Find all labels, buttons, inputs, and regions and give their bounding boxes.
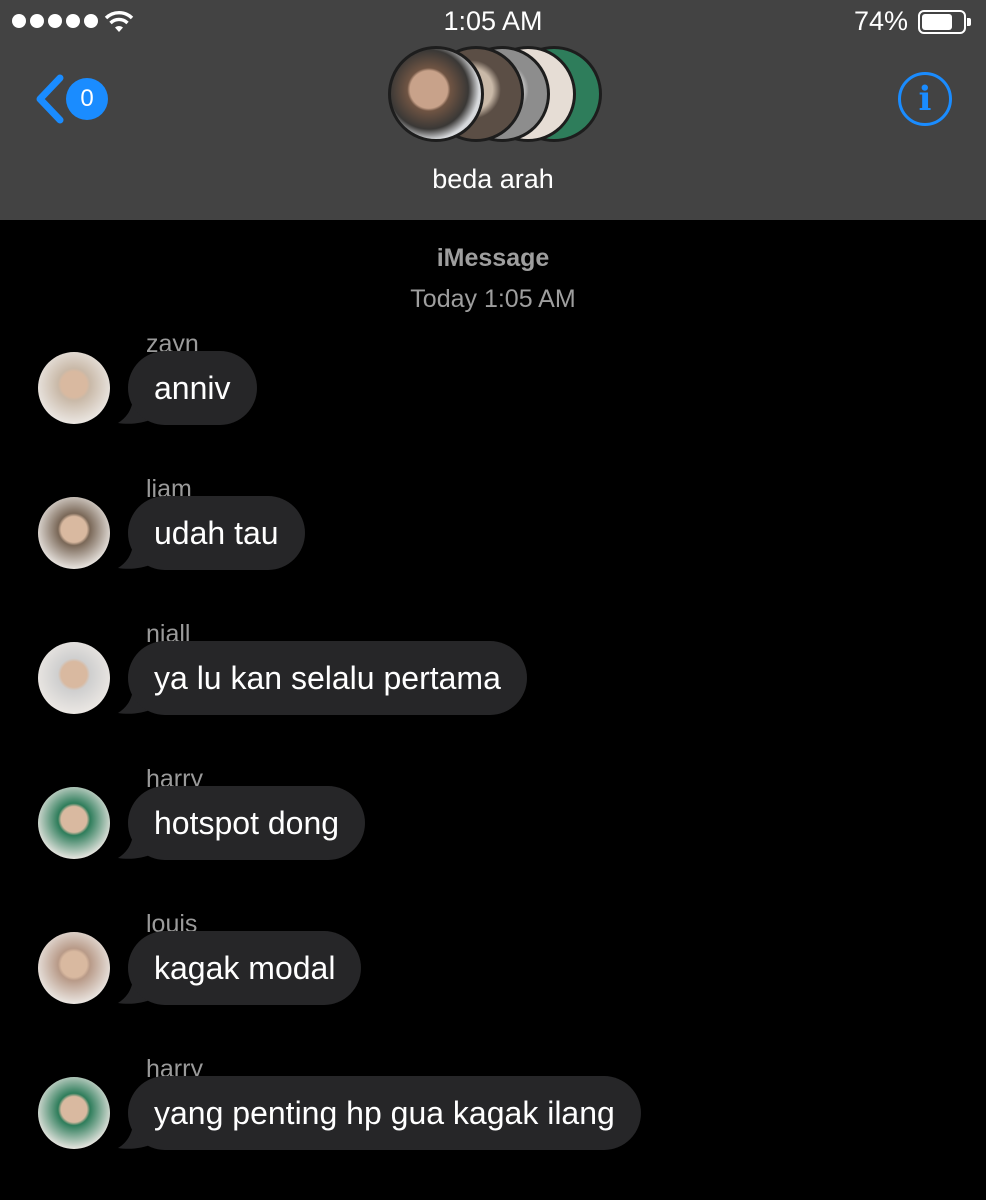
message-text: yang penting hp gua kagak ilang <box>128 1076 641 1150</box>
message-bubble[interactable]: ya lu kan selalu pertama <box>118 641 527 715</box>
group-name[interactable]: beda arah <box>0 164 986 195</box>
group-avatar-stack[interactable] <box>388 46 602 144</box>
message-bubble[interactable]: yang penting hp gua kagak ilang <box>118 1076 641 1150</box>
battery-percentage: 74% <box>853 6 908 36</box>
service-label: iMessage <box>436 244 550 272</box>
back-button[interactable]: 0 <box>34 72 114 126</box>
avatar[interactable] <box>38 787 110 859</box>
message-text: kagak modal <box>128 931 362 1005</box>
avatar[interactable] <box>38 1077 110 1149</box>
message-row: zayn anniv <box>0 330 986 450</box>
status-bar: 1:05 AM 74% <box>0 0 986 44</box>
unread-count-badge: 0 <box>66 78 108 120</box>
message-row: liam udah tau <box>0 475 986 595</box>
battery-icon <box>918 10 971 34</box>
message-row: niall ya lu kan selalu pertama <box>0 620 986 740</box>
battery-level-fill <box>922 14 952 30</box>
message-row: harry hotspot dong <box>0 765 986 885</box>
status-time: 1:05 AM <box>443 6 543 36</box>
avatar[interactable] <box>38 932 110 1004</box>
chevron-left-icon <box>36 74 64 124</box>
message-row: louis kagak modal <box>0 910 986 1030</box>
message-text: udah tau <box>128 496 305 570</box>
avatar[interactable] <box>38 642 110 714</box>
avatar <box>388 46 484 142</box>
message-text: anniv <box>128 351 257 425</box>
message-bubble[interactable]: udah tau <box>118 496 305 570</box>
message-timestamp: Today 1:05 AM <box>410 285 576 313</box>
message-list[interactable]: iMessage Today 1:05 AM zayn anniv liam udah… <box>0 220 986 1200</box>
message-bubble[interactable]: kagak modal <box>118 931 362 1005</box>
info-icon: i <box>918 79 932 119</box>
message-text: ya lu kan selalu pertama <box>128 641 527 715</box>
info-button[interactable]: i <box>898 72 952 126</box>
message-bubble[interactable]: hotspot dong <box>118 786 366 860</box>
conversation-header: 1:05 AM 74% 0 beda arah i <box>0 0 986 220</box>
message-text: hotspot dong <box>128 786 366 860</box>
avatar[interactable] <box>38 497 110 569</box>
avatar[interactable] <box>38 352 110 424</box>
message-row: harry yang penting hp gua kagak ilang <box>0 1055 986 1175</box>
messages-screen: 1:05 AM 74% 0 beda arah i iMessage Today… <box>0 0 986 1200</box>
message-bubble[interactable]: anniv <box>118 351 257 425</box>
